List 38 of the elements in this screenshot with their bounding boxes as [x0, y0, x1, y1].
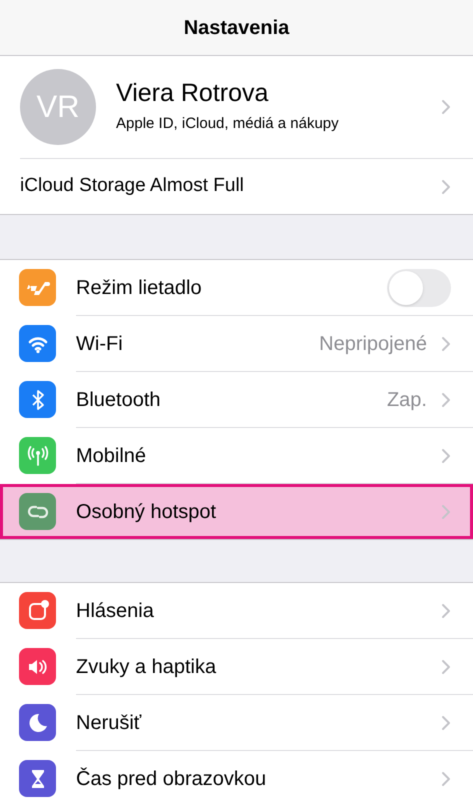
settings-row[interactable]: Bluetooth Zap.: [0, 372, 473, 427]
row-label: Čas pred obrazovkou: [76, 766, 268, 792]
settings-row[interactable]: Čas pred obrazovkou: [0, 751, 473, 800]
settings-row[interactable]: Wi-Fi Nepripojené: [0, 316, 473, 371]
row-value: Zap.: [386, 388, 427, 412]
row-label: Režim lietadlo: [76, 276, 203, 300]
settings-row[interactable]: Osobný hotspot: [0, 484, 473, 539]
screen-title: Nastavenia: [184, 16, 290, 40]
chevron-icon: [441, 770, 451, 786]
chevron-icon: [441, 178, 451, 194]
row-label: Hlásenia: [76, 598, 155, 624]
profile-subtitle: Apple ID, iCloud, médiá a nákupy: [116, 114, 340, 134]
chevron-icon: [441, 336, 451, 352]
row-label: Wi-Fi: [76, 332, 124, 356]
chevron-icon: [441, 714, 451, 730]
row-label: Osobný hotspot: [76, 500, 218, 524]
settings-row[interactable]: Hlásenia: [0, 583, 473, 638]
chevron-icon: [441, 602, 451, 618]
settings-row[interactable]: Mobilné: [0, 428, 473, 483]
row-label: Mobilné: [76, 444, 148, 468]
storage-alert-label: iCloud Storage Almost Full: [20, 174, 245, 198]
chevron-icon: [441, 448, 451, 464]
chevron-icon: [441, 99, 451, 115]
chevron-icon: [441, 504, 451, 520]
chevron-icon: [441, 658, 451, 674]
avatar: VR: [20, 69, 96, 145]
settings-row[interactable]: Zvuky a haptika: [0, 639, 473, 694]
row-value: Nepripojené: [319, 332, 427, 356]
storage-alert-row[interactable]: iCloud Storage Almost Full: [0, 159, 473, 214]
settings-row[interactable]: Nerušiť: [0, 695, 473, 750]
settings-row[interactable]: Režim lietadlo: [0, 260, 473, 315]
profile-name: Viera Rotrova: [116, 78, 270, 110]
row-label: Zvuky a haptika: [76, 654, 218, 680]
row-label: Bluetooth: [76, 388, 162, 412]
row-label: Nerušiť: [76, 710, 142, 736]
toggle-switch[interactable]: [387, 268, 451, 306]
chevron-icon: [441, 392, 451, 408]
profile-row[interactable]: VR Viera Rotrova Apple ID, iCloud, médiá a nákupy: [0, 56, 473, 158]
